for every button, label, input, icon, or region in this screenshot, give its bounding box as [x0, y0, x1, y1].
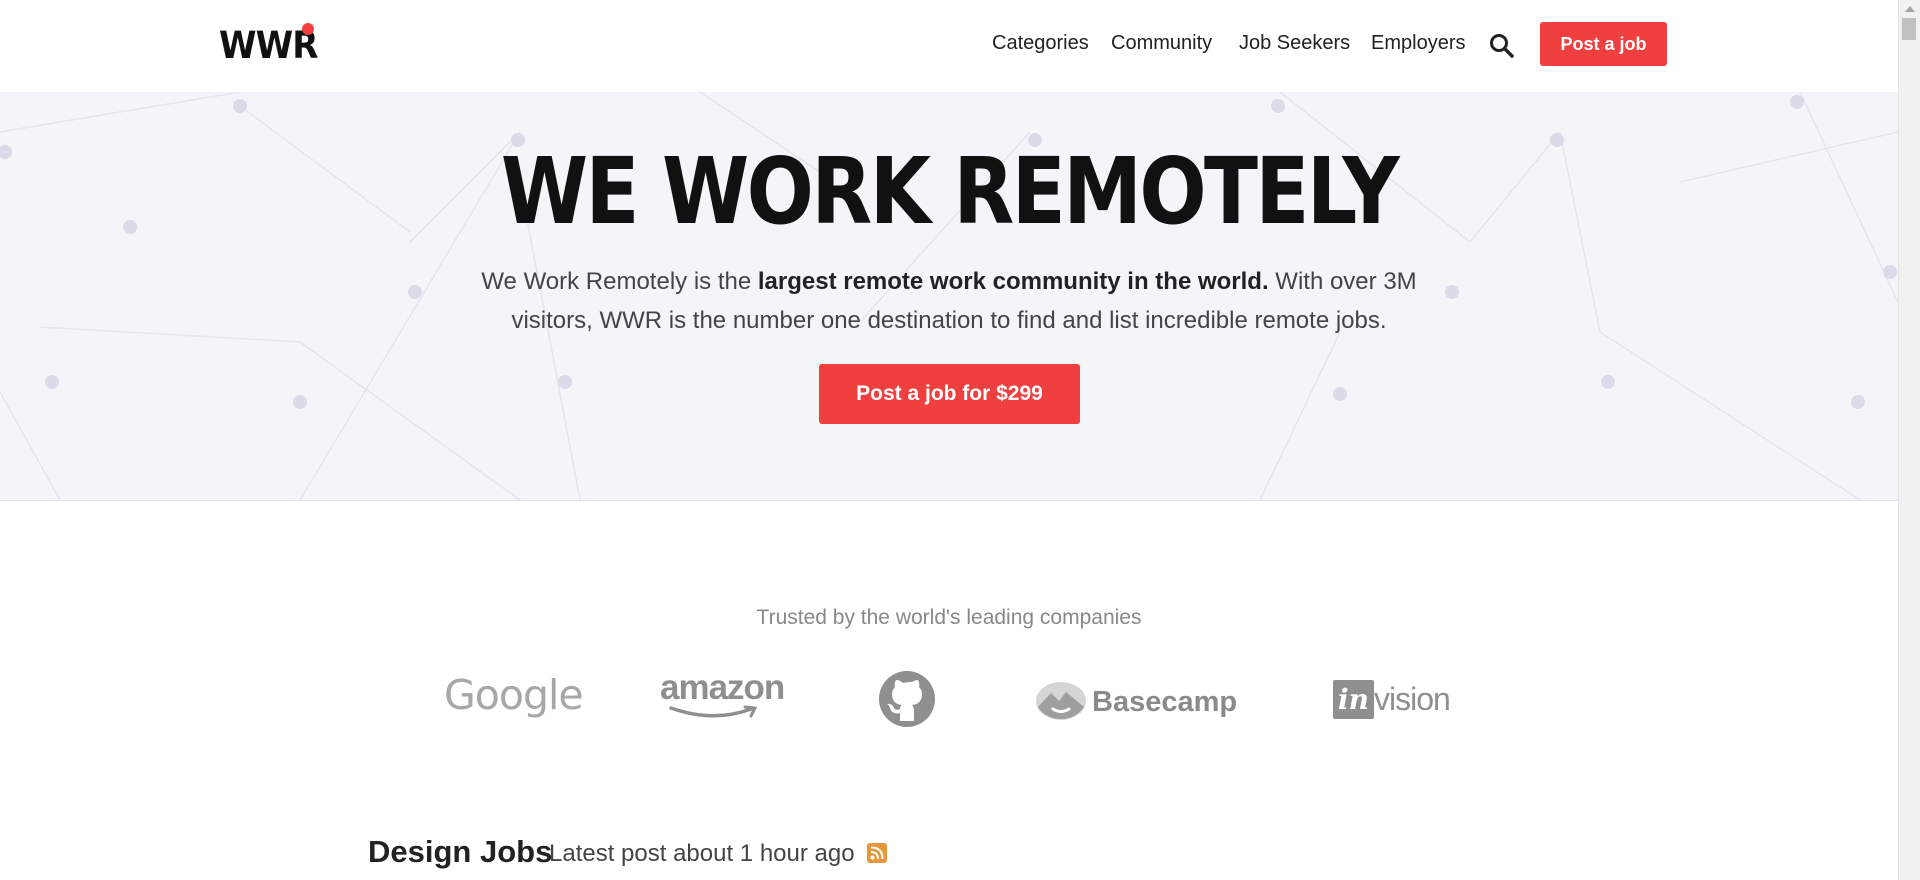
latest-post-text: Latest post about 1 hour ago — [549, 840, 855, 867]
scrollbar-thumb[interactable] — [1902, 18, 1916, 40]
basecamp-logo-icon — [1036, 682, 1086, 720]
google-logo: Google — [444, 671, 584, 719]
section-title[interactable]: Design Jobs — [368, 834, 552, 870]
github-logo-icon — [879, 671, 935, 727]
invision-logo: vision — [1374, 681, 1451, 717]
hero-text-part-1: We Work Remotely is the — [481, 268, 758, 295]
nav-employers[interactable]: Employers — [1371, 32, 1465, 55]
page-scrollbar[interactable] — [1898, 0, 1920, 880]
post-job-cta-button[interactable]: Post a job for $299 — [819, 364, 1080, 424]
rss-icon[interactable] — [867, 843, 887, 863]
post-job-button[interactable]: Post a job — [1540, 22, 1667, 66]
trusted-title: Trusted by the world's leading companies — [756, 606, 1142, 629]
hero-text-bold: largest remote work community in the wor… — [757, 268, 1269, 295]
hero-section: WE WORK REMOTELY We Work Remotely is the… — [0, 92, 1898, 501]
site-header: WWR Categories Community Job Seekers Emp… — [0, 0, 1898, 92]
invision-logo-box: in — [1333, 680, 1374, 719]
nav-job-seekers[interactable]: Job Seekers — [1239, 32, 1350, 55]
amazon-smile-icon — [669, 705, 758, 718]
hero-description: We Work Remotely is the largest remote w… — [468, 262, 1430, 340]
nav-categories[interactable]: Categories — [992, 32, 1089, 55]
amazon-logo: amazon — [660, 668, 785, 707]
basecamp-logo: Basecamp — [1092, 686, 1238, 718]
nav-community[interactable]: Community — [1111, 32, 1212, 55]
hero-title: WE WORK REMOTELY — [500, 138, 1400, 245]
logo-dot — [302, 23, 314, 35]
scroll-up-arrow-icon[interactable] — [1905, 6, 1915, 12]
search-icon[interactable] — [1489, 33, 1515, 59]
